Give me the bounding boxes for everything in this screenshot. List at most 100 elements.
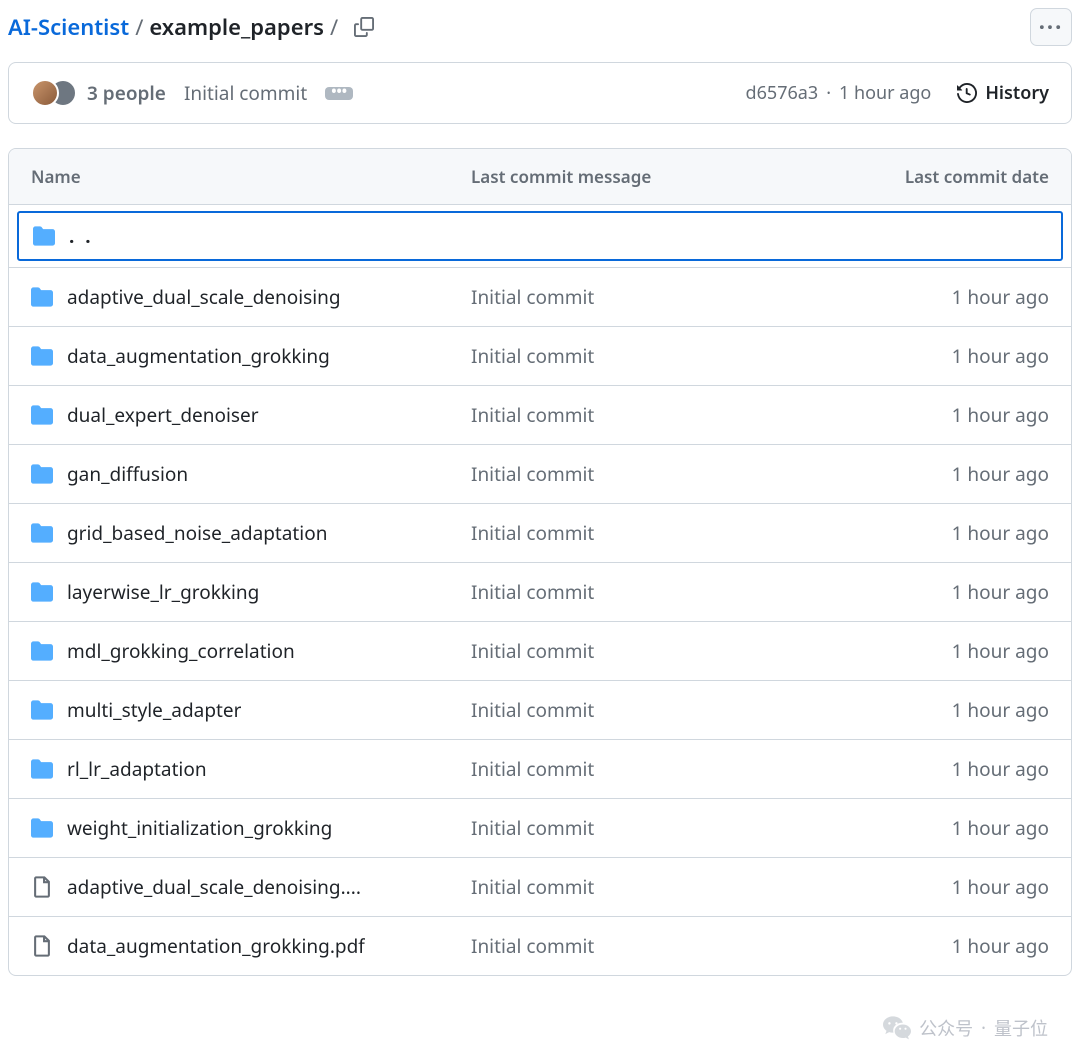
file-name[interactable]: gan_diffusion: [67, 461, 188, 487]
name-cell[interactable]: rl_lr_adaptation: [31, 756, 471, 782]
contributor-avatars[interactable]: [31, 79, 77, 107]
table-row: adaptive_dual_scale_denoising Initial com…: [9, 268, 1071, 327]
commit-message-cell[interactable]: Initial commit: [471, 638, 829, 664]
file-name[interactable]: multi_style_adapter: [67, 697, 241, 723]
name-cell[interactable]: mdl_grokking_correlation: [31, 638, 471, 664]
table-row: dual_expert_denoiser Initial commit1 hour…: [9, 386, 1071, 445]
file-name[interactable]: adaptive_dual_scale_denoising: [67, 284, 341, 310]
name-cell[interactable]: adaptive_dual_scale_denoising....: [31, 874, 471, 900]
file-table: Name Last commit message Last commit dat…: [8, 148, 1072, 976]
wechat-icon: [883, 1016, 911, 1040]
table-row: rl_lr_adaptation Initial commit1 hour ago: [9, 740, 1071, 799]
folder-icon: [31, 463, 53, 485]
commit-message-cell[interactable]: Initial commit: [471, 815, 829, 841]
commit-date-cell: 1 hour ago: [829, 520, 1049, 546]
commit-message-cell[interactable]: Initial commit: [471, 461, 829, 487]
commit-date-cell: 1 hour ago: [829, 343, 1049, 369]
commit-date-cell: 1 hour ago: [829, 579, 1049, 605]
th-message: Last commit message: [471, 165, 829, 188]
file-name[interactable]: layerwise_lr_grokking: [67, 579, 259, 605]
name-cell[interactable]: adaptive_dual_scale_denoising: [31, 284, 471, 310]
folder-icon: [31, 817, 53, 839]
avatar: [31, 79, 59, 107]
history-icon: [957, 83, 977, 103]
separator-dot: ·: [826, 81, 831, 105]
watermark-author: 量子位: [994, 1015, 1048, 1041]
file-name[interactable]: mdl_grokking_correlation: [67, 638, 295, 664]
commit-message-cell[interactable]: Initial commit: [471, 756, 829, 782]
name-cell[interactable]: weight_initialization_grokking: [31, 815, 471, 841]
commit-date-cell: 1 hour ago: [829, 402, 1049, 428]
commit-time: 1 hour ago: [839, 81, 931, 105]
watermark-brand: 公众号: [919, 1015, 973, 1041]
more-options-button[interactable]: ···: [1030, 8, 1072, 46]
folder-icon: [31, 640, 53, 662]
copy-icon: [354, 17, 374, 37]
file-name[interactable]: grid_based_noise_adaptation: [67, 520, 327, 546]
commit-message-cell[interactable]: Initial commit: [471, 933, 829, 959]
folder-icon: [31, 522, 53, 544]
commit-date-cell: 1 hour ago: [829, 638, 1049, 664]
th-name: Name: [31, 165, 471, 188]
commit-date-cell: 1 hour ago: [829, 284, 1049, 310]
latest-commit-bar: 3 people Initial commit ••• d6576a3 · 1 …: [8, 62, 1072, 124]
table-row: layerwise_lr_grokking Initial commit1 hou…: [9, 563, 1071, 622]
copy-path-button[interactable]: [354, 17, 374, 37]
folder-icon: [33, 225, 55, 247]
commit-message-cell[interactable]: Initial commit: [471, 520, 829, 546]
file-name[interactable]: data_augmentation_grokking: [67, 343, 330, 369]
commit-message-link[interactable]: Initial commit: [184, 80, 307, 106]
file-name[interactable]: dual_expert_denoiser: [67, 402, 259, 428]
commit-date-cell: 1 hour ago: [829, 461, 1049, 487]
name-cell[interactable]: multi_style_adapter: [31, 697, 471, 723]
breadcrumb-current: example_papers: [149, 12, 324, 42]
table-row: data_augmentation_grokking.pdf Initial co…: [9, 917, 1071, 975]
commit-date-cell: 1 hour ago: [829, 933, 1049, 959]
history-label: History: [985, 81, 1049, 105]
table-row: multi_style_adapter Initial commit1 hour …: [9, 681, 1071, 740]
file-name[interactable]: adaptive_dual_scale_denoising....: [67, 874, 361, 900]
file-icon: [31, 876, 53, 898]
commit-date-cell: 1 hour ago: [829, 697, 1049, 723]
commit-sha[interactable]: d6576a3: [746, 81, 819, 105]
table-header: Name Last commit message Last commit dat…: [9, 149, 1071, 205]
folder-icon: [31, 345, 53, 367]
commit-date-cell: 1 hour ago: [829, 874, 1049, 900]
file-name[interactable]: weight_initialization_grokking: [67, 815, 332, 841]
breadcrumb-separator: /: [330, 12, 338, 42]
commit-message-cell[interactable]: Initial commit: [471, 697, 829, 723]
name-cell[interactable]: data_augmentation_grokking: [31, 343, 471, 369]
history-link[interactable]: History: [957, 81, 1049, 105]
name-cell[interactable]: gan_diffusion: [31, 461, 471, 487]
folder-icon: [31, 758, 53, 780]
commit-message-cell[interactable]: Initial commit: [471, 402, 829, 428]
table-row: gan_diffusion Initial commit1 hour ago: [9, 445, 1071, 504]
commit-message-cell[interactable]: Initial commit: [471, 579, 829, 605]
name-cell[interactable]: layerwise_lr_grokking: [31, 579, 471, 605]
file-icon: [31, 935, 53, 957]
commit-message-expand[interactable]: •••: [325, 87, 353, 100]
file-name[interactable]: data_augmentation_grokking.pdf: [67, 933, 365, 959]
file-name[interactable]: rl_lr_adaptation: [67, 756, 207, 782]
table-row: data_augmentation_grokking Initial commit…: [9, 327, 1071, 386]
breadcrumb-repo-link[interactable]: AI-Scientist: [8, 12, 129, 42]
watermark-separator: ·: [981, 1016, 986, 1040]
commit-message-cell[interactable]: Initial commit: [471, 284, 829, 310]
commit-message-cell[interactable]: Initial commit: [471, 343, 829, 369]
name-cell[interactable]: data_augmentation_grokking.pdf: [31, 933, 471, 959]
parent-dots: . .: [69, 223, 94, 249]
name-cell[interactable]: dual_expert_denoiser: [31, 402, 471, 428]
name-cell[interactable]: grid_based_noise_adaptation: [31, 520, 471, 546]
folder-icon: [31, 404, 53, 426]
breadcrumb: AI-Scientist / example_papers /: [8, 12, 374, 42]
parent-directory-row[interactable]: . .: [17, 211, 1063, 261]
table-row: adaptive_dual_scale_denoising.... Initial…: [9, 858, 1071, 917]
folder-icon: [31, 581, 53, 603]
commit-date-cell: 1 hour ago: [829, 756, 1049, 782]
commit-message-cell[interactable]: Initial commit: [471, 874, 829, 900]
breadcrumb-separator: /: [135, 12, 143, 42]
table-row: grid_based_noise_adaptation Initial commi…: [9, 504, 1071, 563]
contributors-count[interactable]: 3 people: [87, 80, 166, 106]
table-row: weight_initialization_grokking Initial co…: [9, 799, 1071, 858]
watermark: 公众号 · 量子位: [883, 1015, 1048, 1041]
